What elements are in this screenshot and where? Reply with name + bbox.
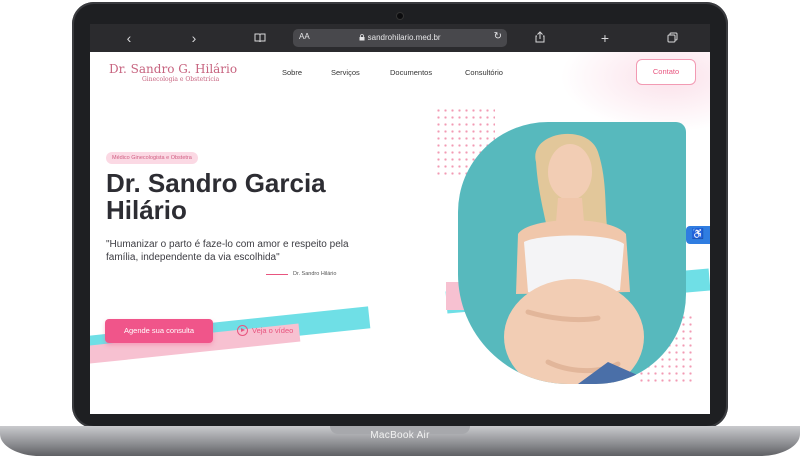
- camera: [397, 13, 403, 19]
- schedule-appointment-button[interactable]: Agende sua consulta: [105, 319, 213, 343]
- screen: ‹ › AA sandrohilario.med.br ↻ + Dr. Sand…: [90, 24, 710, 414]
- play-icon: [237, 325, 248, 336]
- signature-line: [266, 274, 288, 275]
- device-label: MacBook Air: [370, 430, 430, 441]
- share-icon[interactable]: [531, 29, 549, 47]
- nav-link-servicos[interactable]: Serviços: [331, 68, 360, 77]
- website: Dr. Sandro G. Hilário Ginecologia e Obst…: [90, 52, 710, 414]
- reload-icon[interactable]: ↻: [494, 31, 502, 42]
- browser-toolbar: ‹ › AA sandrohilario.med.br ↻ +: [90, 24, 710, 52]
- lock-icon: [359, 33, 367, 42]
- hero-title-line: Hilário: [106, 195, 187, 225]
- hero-title: Dr. Sandro Garcia Hilário: [106, 170, 396, 224]
- hero-photo: [458, 122, 686, 384]
- signature: Dr. Sandro Hilário: [293, 271, 337, 277]
- hero-title-line: Dr. Sandro Garcia: [106, 168, 326, 198]
- specialty-badge: Médico Ginecologista e Obstetra: [106, 152, 198, 164]
- url-text: sandrohilario.med.br: [367, 33, 441, 42]
- brand-name[interactable]: Dr. Sandro G. Hilário: [109, 62, 237, 76]
- chevron-left-icon[interactable]: ‹: [120, 29, 138, 47]
- watch-video-link[interactable]: Veja o vídeo: [237, 325, 293, 336]
- nav-link-sobre[interactable]: Sobre: [282, 68, 302, 77]
- pregnant-woman-illustration: [504, 133, 658, 384]
- accessibility-icon[interactable]: ♿: [686, 226, 710, 244]
- tabs-icon[interactable]: [663, 29, 681, 47]
- watch-video-label: Veja o vídeo: [252, 326, 294, 335]
- brand-subtitle: Ginecologia e Obstetrícia: [142, 76, 220, 83]
- nav-link-documentos[interactable]: Documentos: [390, 68, 432, 77]
- chevron-right-icon[interactable]: ›: [185, 29, 203, 47]
- hero-quote: "Humanizar o parto é faze-lo com amor e …: [106, 239, 349, 263]
- book-icon[interactable]: [251, 29, 269, 47]
- address-bar[interactable]: AA sandrohilario.med.br ↻: [293, 29, 507, 47]
- plus-icon[interactable]: +: [596, 29, 614, 47]
- nav-link-consultorio[interactable]: Consultório: [465, 68, 503, 77]
- contact-button[interactable]: Contato: [636, 59, 696, 85]
